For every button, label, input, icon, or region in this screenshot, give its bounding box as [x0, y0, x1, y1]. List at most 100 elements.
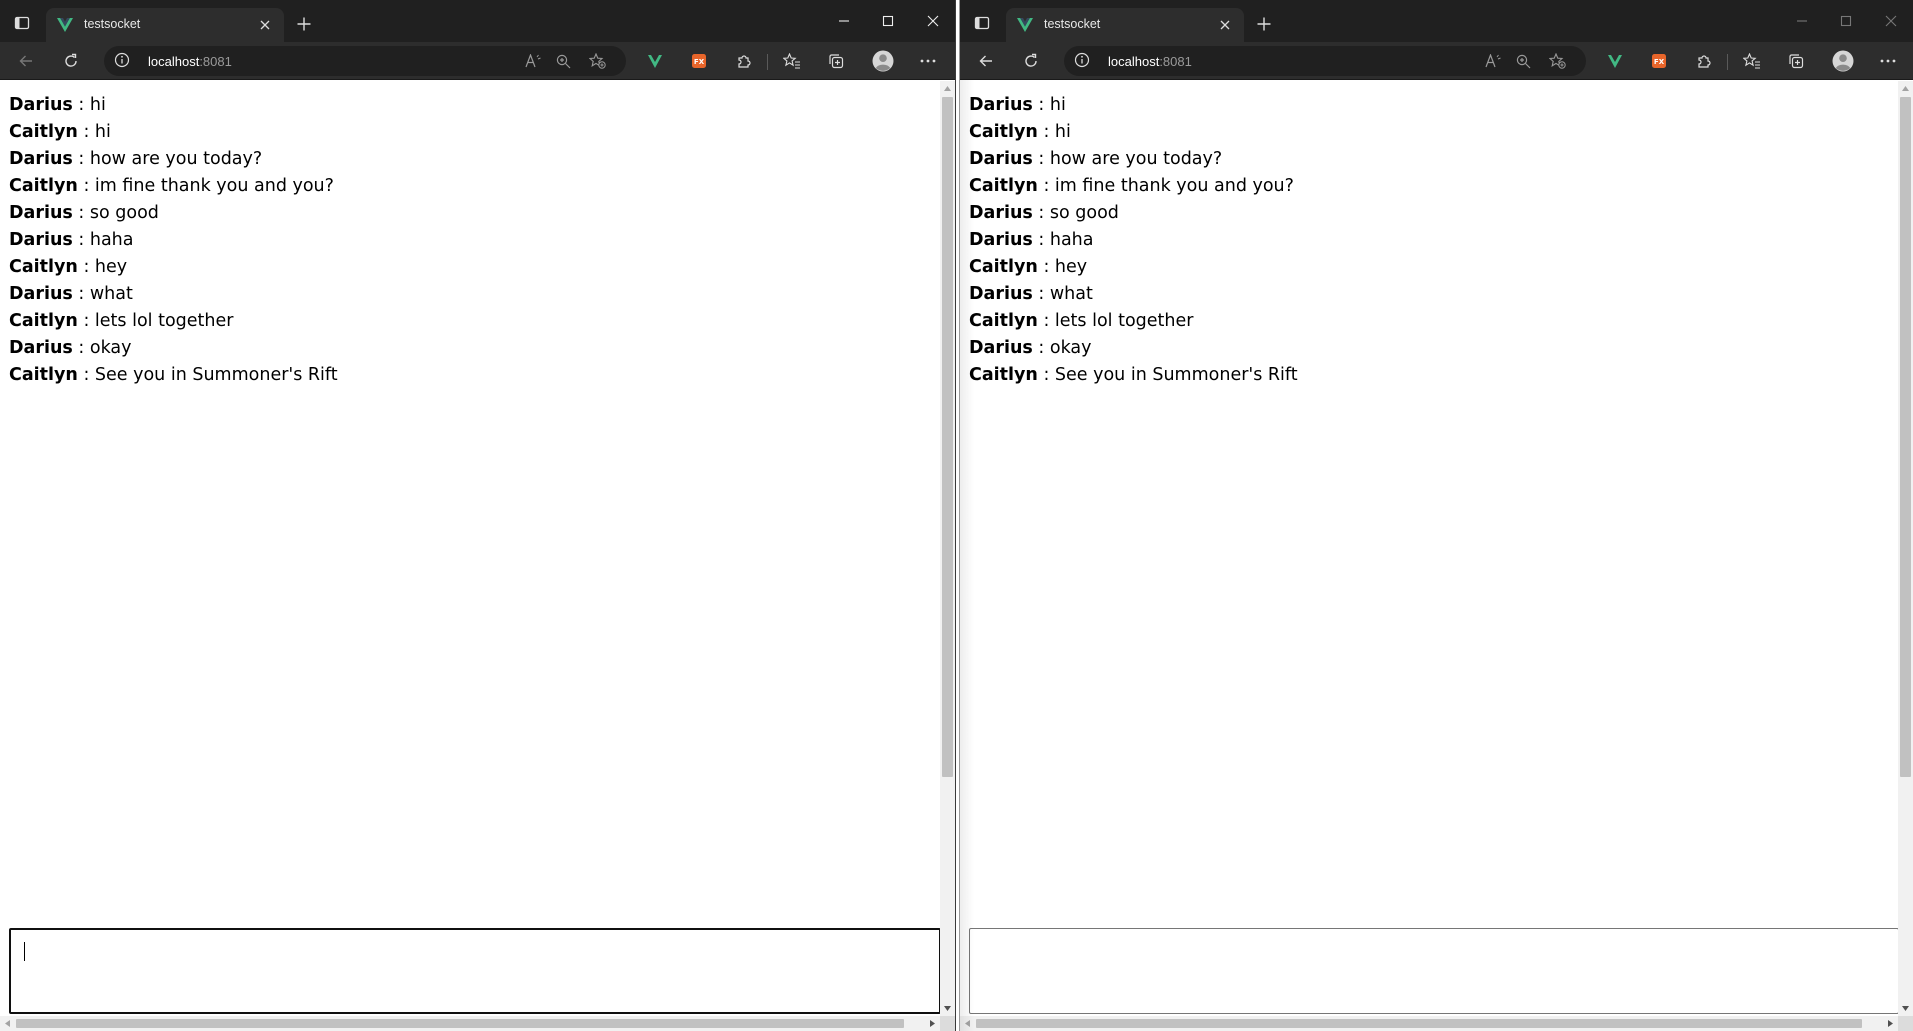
profile-avatar-icon[interactable]	[868, 47, 898, 75]
fx-extension-icon[interactable]: FX	[1644, 47, 1674, 75]
close-window-button[interactable]	[913, 4, 953, 38]
message-sender: Caitlyn	[969, 311, 1038, 331]
address-bar[interactable]: localhost:8081	[104, 46, 626, 76]
chat-message: Darius : how are you today?	[969, 146, 1298, 173]
message-text: : okay	[1032, 338, 1092, 358]
message-sender: Caitlyn	[969, 257, 1038, 277]
message-text: : hey	[1037, 257, 1088, 277]
close-icon[interactable]	[254, 14, 276, 36]
scroll-up-icon[interactable]	[1898, 81, 1913, 96]
chat-message: Caitlyn : hey	[9, 254, 338, 281]
back-button[interactable]	[971, 47, 1001, 75]
horizontal-scrollbar-thumb[interactable]	[976, 1019, 1862, 1028]
maximize-button[interactable]	[1826, 4, 1866, 38]
chat-message: Darius : so good	[969, 200, 1298, 227]
new-tab-button[interactable]	[1252, 12, 1276, 36]
chat-message: Darius : what	[9, 281, 338, 308]
refresh-button[interactable]	[56, 47, 86, 75]
scroll-left-icon[interactable]	[960, 1016, 975, 1031]
vue-devtools-icon[interactable]	[640, 47, 670, 75]
message-sender: Darius	[969, 95, 1033, 115]
message-text: : im fine thank you and you?	[1037, 176, 1294, 196]
scroll-right-icon[interactable]	[1883, 1016, 1898, 1031]
close-icon[interactable]	[1214, 14, 1236, 36]
message-sender: Darius	[9, 284, 73, 304]
info-icon[interactable]	[1074, 52, 1092, 70]
message-text: : hi	[1037, 122, 1071, 142]
minimize-button[interactable]	[1782, 4, 1822, 38]
minimize-button[interactable]	[824, 4, 864, 38]
more-menu-icon[interactable]	[913, 47, 943, 75]
collections-icon[interactable]	[1781, 47, 1811, 75]
favorites-icon[interactable]	[1737, 47, 1767, 75]
scroll-up-icon[interactable]	[940, 81, 955, 96]
chat-input[interactable]	[9, 928, 941, 1014]
chat-message: Caitlyn : hi	[9, 119, 338, 146]
message-sender: Caitlyn	[969, 365, 1038, 385]
collections-icon[interactable]	[821, 47, 851, 75]
chat-message-list: Darius : hi Caitlyn : hi Darius : how are …	[969, 92, 1298, 389]
vue-devtools-icon[interactable]	[1600, 47, 1630, 75]
vue-logo-icon	[56, 16, 74, 34]
vertical-scrollbar[interactable]	[940, 81, 955, 1016]
message-sender: Caitlyn	[9, 365, 78, 385]
address-toolbar: localhost:8081 FX	[0, 42, 955, 80]
maximize-button[interactable]	[868, 4, 908, 38]
message-text: : so good	[1032, 203, 1119, 223]
message-sender: Caitlyn	[9, 311, 78, 331]
url-port: :8081	[1159, 54, 1192, 69]
tab-strip: testsocket	[960, 0, 1913, 42]
address-bar[interactable]: localhost:8081	[1064, 46, 1586, 76]
chat-message: Darius : okay	[969, 335, 1298, 362]
message-sender: Caitlyn	[9, 176, 78, 196]
toolbar-separator	[1727, 54, 1728, 70]
message-sender: Darius	[9, 203, 73, 223]
chat-input[interactable]	[969, 928, 1899, 1014]
scroll-down-icon[interactable]	[1898, 1001, 1913, 1016]
message-text: : how are you today?	[72, 149, 263, 169]
message-sender: Darius	[9, 95, 73, 115]
message-text: : how are you today?	[1032, 149, 1223, 169]
scrollbar-thumb[interactable]	[942, 97, 953, 777]
add-favorite-icon[interactable]	[584, 50, 610, 72]
add-favorite-icon[interactable]	[1544, 50, 1570, 72]
scroll-left-icon[interactable]	[0, 1016, 15, 1031]
new-tab-button[interactable]	[292, 12, 316, 36]
vertical-scrollbar[interactable]	[1898, 81, 1913, 1016]
horizontal-scrollbar[interactable]	[960, 1016, 1898, 1031]
more-menu-icon[interactable]	[1873, 47, 1903, 75]
zoom-icon[interactable]	[550, 50, 576, 72]
favorites-icon[interactable]	[777, 47, 807, 75]
extensions-puzzle-icon[interactable]	[1689, 47, 1719, 75]
tab-testsocket[interactable]: testsocket	[46, 8, 284, 42]
scroll-down-icon[interactable]	[940, 1001, 955, 1016]
extensions-puzzle-icon[interactable]	[729, 47, 759, 75]
read-aloud-icon[interactable]	[520, 50, 546, 72]
message-sender: Darius	[9, 338, 73, 358]
text-caret	[24, 942, 25, 961]
url-text: localhost:8081	[1108, 54, 1192, 69]
profile-avatar-icon[interactable]	[1828, 47, 1858, 75]
read-aloud-icon[interactable]	[1480, 50, 1506, 72]
close-window-button[interactable]	[1871, 4, 1911, 38]
tab-testsocket[interactable]: testsocket	[1006, 8, 1244, 42]
vue-logo-icon	[1016, 16, 1034, 34]
zoom-icon[interactable]	[1510, 50, 1536, 72]
chat-message: Darius : okay	[9, 335, 338, 362]
browser-window-right: testsocket localhost:8081 FX Darius: hi…	[959, 0, 1913, 1031]
message-text: : im fine thank you and you?	[77, 176, 334, 196]
horizontal-scrollbar-thumb[interactable]	[16, 1019, 904, 1028]
scroll-right-icon[interactable]	[925, 1016, 940, 1031]
chat-message: Caitlyn : hey	[969, 254, 1298, 281]
tab-actions-icon[interactable]	[8, 9, 36, 37]
chat-message-list: Darius : hi Caitlyn : hi Darius : how are …	[9, 92, 338, 389]
tab-actions-icon[interactable]	[968, 9, 996, 37]
fx-extension-icon[interactable]: FX	[684, 47, 714, 75]
chat-message: Darius : hi	[969, 92, 1298, 119]
info-icon[interactable]	[114, 52, 132, 70]
scrollbar-thumb[interactable]	[1900, 97, 1911, 777]
back-button[interactable]	[11, 47, 41, 75]
refresh-button[interactable]	[1016, 47, 1046, 75]
horizontal-scrollbar[interactable]	[0, 1016, 940, 1031]
chat-message: Caitlyn : hi	[969, 119, 1298, 146]
